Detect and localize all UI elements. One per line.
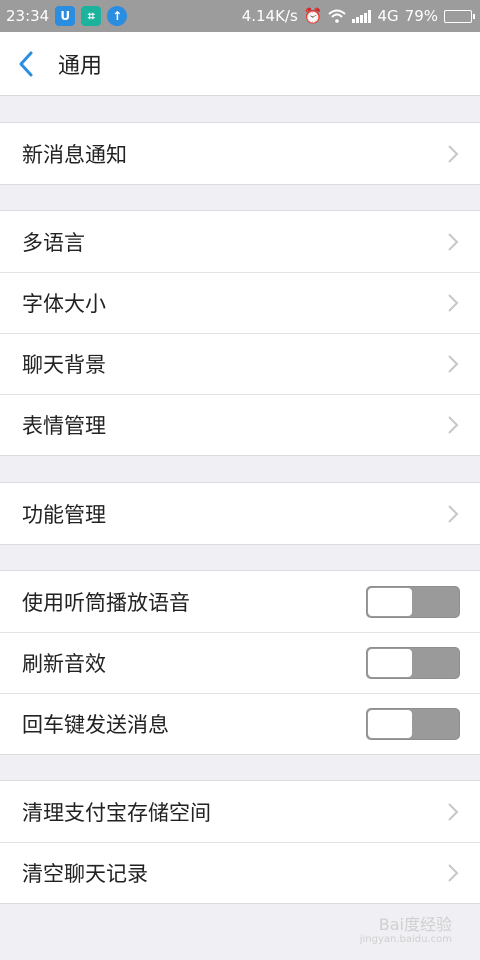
scan-icon: ⌗: [81, 6, 102, 26]
chevron-right-icon: [448, 354, 459, 373]
row-label: 新消息通知: [22, 142, 127, 167]
group-storage: 清理支付宝存储空间 清空聊天记录: [0, 780, 480, 904]
net-speed: 4.14K/s: [241, 7, 298, 25]
chevron-left-icon: [19, 51, 33, 76]
row-emoji-management[interactable]: 表情管理: [0, 394, 480, 455]
row-earpiece-playback: 使用听筒播放语音: [0, 571, 480, 632]
chevron-right-icon: [448, 144, 459, 163]
row-font-size[interactable]: 字体大小: [0, 272, 480, 333]
status-left: 23:34 U ⌗ ↑: [6, 6, 128, 26]
row-new-message-notification[interactable]: 新消息通知: [0, 123, 480, 184]
enter-to-send-toggle[interactable]: [366, 707, 460, 740]
watermark-title: Bai度经验: [378, 914, 452, 934]
status-bar: 23:34 U ⌗ ↑ 4.14K/s ⏰ 4G 79%: [0, 0, 480, 32]
toggle-knob: [368, 648, 412, 677]
row-feature-management[interactable]: 功能管理: [0, 483, 480, 544]
row-label: 多语言: [22, 230, 85, 255]
network-type: 4G: [377, 7, 399, 25]
alarm-icon: ⏰: [303, 7, 323, 25]
row-clear-chat-history[interactable]: 清空聊天记录: [0, 842, 480, 903]
group-toggles: 使用听筒播放语音 刷新音效 回车键发送消息: [0, 570, 480, 755]
status-time: 23:34: [6, 7, 50, 25]
toggle-knob: [368, 709, 412, 738]
row-chat-background[interactable]: 聊天背景: [0, 333, 480, 394]
chevron-right-icon: [448, 504, 459, 523]
watermark-url: jingyan.baidu.com: [359, 934, 452, 945]
row-clear-storage[interactable]: 清理支付宝存储空间: [0, 781, 480, 842]
group-features: 功能管理: [0, 482, 480, 545]
row-label: 清空聊天记录: [22, 861, 148, 886]
row-language[interactable]: 多语言: [0, 211, 480, 272]
battery-percent: 79%: [404, 7, 438, 25]
watermark: Bai度经验 jingyan.baidu.com: [360, 915, 452, 946]
row-label: 表情管理: [22, 413, 106, 438]
battery-icon: [444, 9, 475, 23]
row-label: 回车键发送消息: [22, 712, 169, 737]
earpiece-playback-toggle[interactable]: [366, 585, 460, 618]
row-label: 功能管理: [22, 502, 106, 527]
row-refresh-sound: 刷新音效: [0, 632, 480, 693]
chevron-right-icon: [448, 293, 459, 312]
row-label: 刷新音效: [22, 651, 106, 676]
chevron-right-icon: [448, 802, 459, 821]
row-enter-to-send: 回车键发送消息: [0, 693, 480, 754]
row-label: 字体大小: [22, 291, 106, 316]
group-display: 多语言 字体大小 聊天背景 表情管理: [0, 210, 480, 456]
nav-header: 通用: [0, 32, 480, 96]
page-title: 通用: [58, 53, 103, 79]
upload-arrow-icon: ↑: [107, 6, 128, 26]
chevron-right-icon: [448, 863, 459, 882]
chevron-right-icon: [448, 415, 459, 434]
wifi-icon: [328, 9, 347, 23]
toggle-knob: [368, 587, 412, 616]
row-label: 清理支付宝存储空间: [22, 800, 211, 825]
signal-icon: [352, 9, 372, 23]
back-button[interactable]: [0, 32, 52, 96]
row-label: 聊天背景: [22, 352, 106, 377]
row-label: 使用听筒播放语音: [22, 590, 190, 615]
group-notifications: 新消息通知: [0, 122, 480, 185]
notification-u-icon: U: [55, 6, 76, 26]
status-right: 4.14K/s ⏰ 4G 79%: [241, 7, 475, 25]
refresh-sound-toggle[interactable]: [366, 646, 460, 679]
chevron-right-icon: [448, 232, 459, 251]
